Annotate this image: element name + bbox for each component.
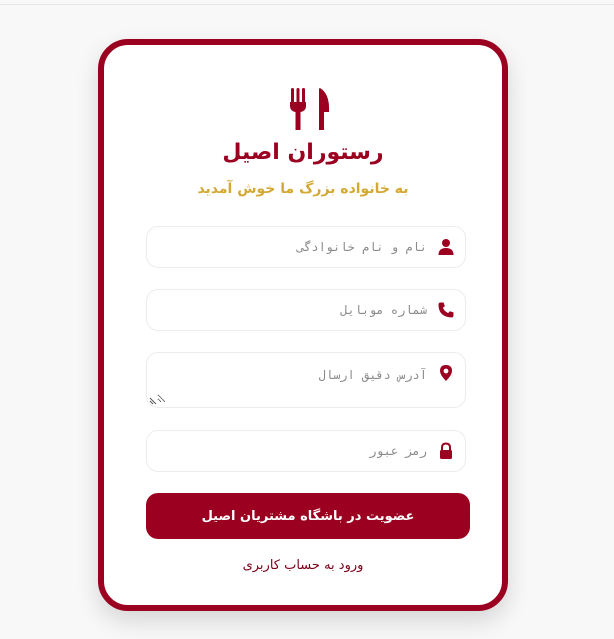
user-icon xyxy=(438,239,454,255)
mobile-input[interactable] xyxy=(157,290,427,330)
restaurant-title: رستوران اصیل xyxy=(222,140,384,165)
address-textarea[interactable] xyxy=(157,367,427,403)
fullname-field xyxy=(146,226,466,268)
utensils-icon xyxy=(290,88,330,130)
password-input[interactable] xyxy=(157,431,427,471)
password-field xyxy=(146,430,466,472)
address-field xyxy=(146,352,466,408)
login-link[interactable]: ورود به حساب کاربری xyxy=(104,556,502,576)
top-divider xyxy=(0,4,614,5)
mobile-field xyxy=(146,289,466,331)
phone-icon xyxy=(438,302,454,318)
map-pin-icon xyxy=(440,365,452,381)
lock-icon xyxy=(440,442,452,459)
resize-handle-icon[interactable] xyxy=(149,397,157,405)
welcome-subtitle: به خانواده بزرگ ما خوش آمدید xyxy=(197,181,409,197)
fullname-input[interactable] xyxy=(157,227,427,267)
signup-card: رستوران اصیل به خانواده بزرگ ما خوش آمدی… xyxy=(98,39,508,611)
join-club-button[interactable]: عضویت در باشگاه مشتریان اصیل xyxy=(146,493,470,539)
